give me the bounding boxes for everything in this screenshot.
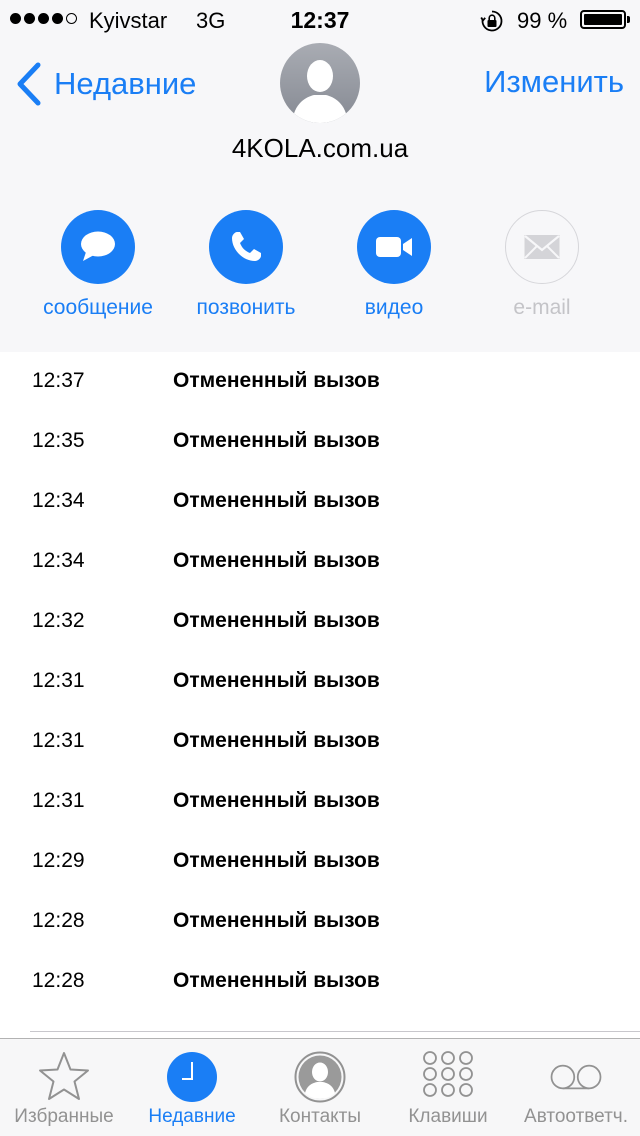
call-type: Отмененный вызов (173, 669, 380, 692)
call-time: 12:31 (32, 789, 85, 812)
message-label: сообщение (43, 296, 153, 319)
call-label: позвонить (196, 296, 296, 319)
tab-favorites[interactable]: Избранные (0, 1039, 128, 1136)
phone-icon (232, 232, 261, 261)
back-button[interactable]: Недавние (16, 62, 196, 106)
call-time: 12:31 (32, 729, 85, 752)
call-time: 12:29 (32, 849, 85, 872)
call-history-list: 12:37 Отмененный вызов 12:35 Отмененный вы… (0, 352, 640, 1012)
call-type: Отмененный вызов (173, 909, 380, 932)
avatar (280, 43, 360, 123)
battery-percent: 99 % (517, 8, 568, 33)
call-type: Отмененный вызов (173, 549, 380, 572)
list-item: 12:31 Отмененный вызов (0, 772, 640, 832)
mail-icon (524, 235, 560, 259)
message-button[interactable]: сообщение (24, 210, 172, 320)
list-item: 12:35 Отмененный вызов (0, 412, 640, 472)
clock-icon (167, 1052, 217, 1102)
orientation-lock-icon (480, 10, 503, 32)
call-type: Отмененный вызов (173, 609, 380, 632)
video-icon (376, 237, 412, 257)
list-item: 12:28 Отмененный вызов (0, 952, 640, 1012)
tab-label: Автоответч. (524, 1106, 628, 1127)
call-type: Отмененный вызов (173, 369, 380, 392)
person-placeholder-icon (280, 43, 360, 123)
tab-label: Избранные (14, 1106, 114, 1127)
list-item: 12:31 Отмененный вызов (0, 712, 640, 772)
tab-label: Недавние (148, 1106, 236, 1127)
list-item: 12:29 Отмененный вызов (0, 832, 640, 892)
edit-button[interactable]: Изменить (484, 64, 624, 100)
tab-voicemail[interactable]: Автоответч. (512, 1039, 640, 1136)
contact-name: 4KOLA.com.ua (231, 133, 409, 163)
divider (30, 1031, 640, 1032)
chevron-left-icon (17, 62, 41, 106)
list-item: 12:32 Отмененный вызов (0, 592, 640, 652)
star-icon (39, 1052, 89, 1100)
email-label: e-mail (513, 296, 571, 319)
call-type: Отмененный вызов (173, 489, 380, 512)
video-label: видео (364, 296, 424, 319)
list-item: 12:34 Отмененный вызов (0, 532, 640, 592)
call-time: 12:32 (32, 609, 85, 632)
tab-recents[interactable]: Недавние (128, 1039, 256, 1136)
tab-label: Контакты (278, 1106, 362, 1127)
call-time: 12:34 (32, 549, 85, 572)
back-label: Недавние (54, 66, 197, 101)
call-time: 12:28 (32, 969, 85, 992)
tab-keypad[interactable]: Клавиши (384, 1039, 512, 1136)
contact-icon (294, 1051, 346, 1103)
video-button[interactable]: видео (320, 210, 468, 320)
call-type: Отмененный вызов (173, 789, 380, 812)
call-button[interactable]: позвонить (172, 210, 320, 320)
call-time: 12:35 (32, 429, 85, 452)
call-time: 12:37 (32, 369, 85, 392)
call-type: Отмененный вызов (173, 969, 380, 992)
message-icon (81, 231, 115, 261)
list-item: 12:31 Отмененный вызов (0, 652, 640, 712)
tab-label: Клавиши (408, 1106, 488, 1127)
call-type: Отмененный вызов (173, 729, 380, 752)
status-bar: Kyivstar 3G 12:37 99 % (0, 0, 640, 40)
call-type: Отмененный вызов (173, 849, 380, 872)
email-button[interactable]: e-mail (468, 210, 616, 320)
keypad-icon (423, 1051, 473, 1097)
list-item: 12:37 Отмененный вызов (0, 352, 640, 412)
list-item: 12:28 Отмененный вызов (0, 892, 640, 952)
tab-bar: Избранные Недавние Контакты Клавиши Авто… (0, 1038, 640, 1136)
call-time: 12:31 (32, 669, 85, 692)
battery-icon (580, 10, 626, 29)
list-item: 12:34 Отмененный вызов (0, 472, 640, 532)
call-time: 12:34 (32, 489, 85, 512)
call-type: Отмененный вызов (173, 429, 380, 452)
call-time: 12:28 (32, 909, 85, 932)
voicemail-icon (550, 1064, 602, 1090)
tab-contacts[interactable]: Контакты (256, 1039, 384, 1136)
